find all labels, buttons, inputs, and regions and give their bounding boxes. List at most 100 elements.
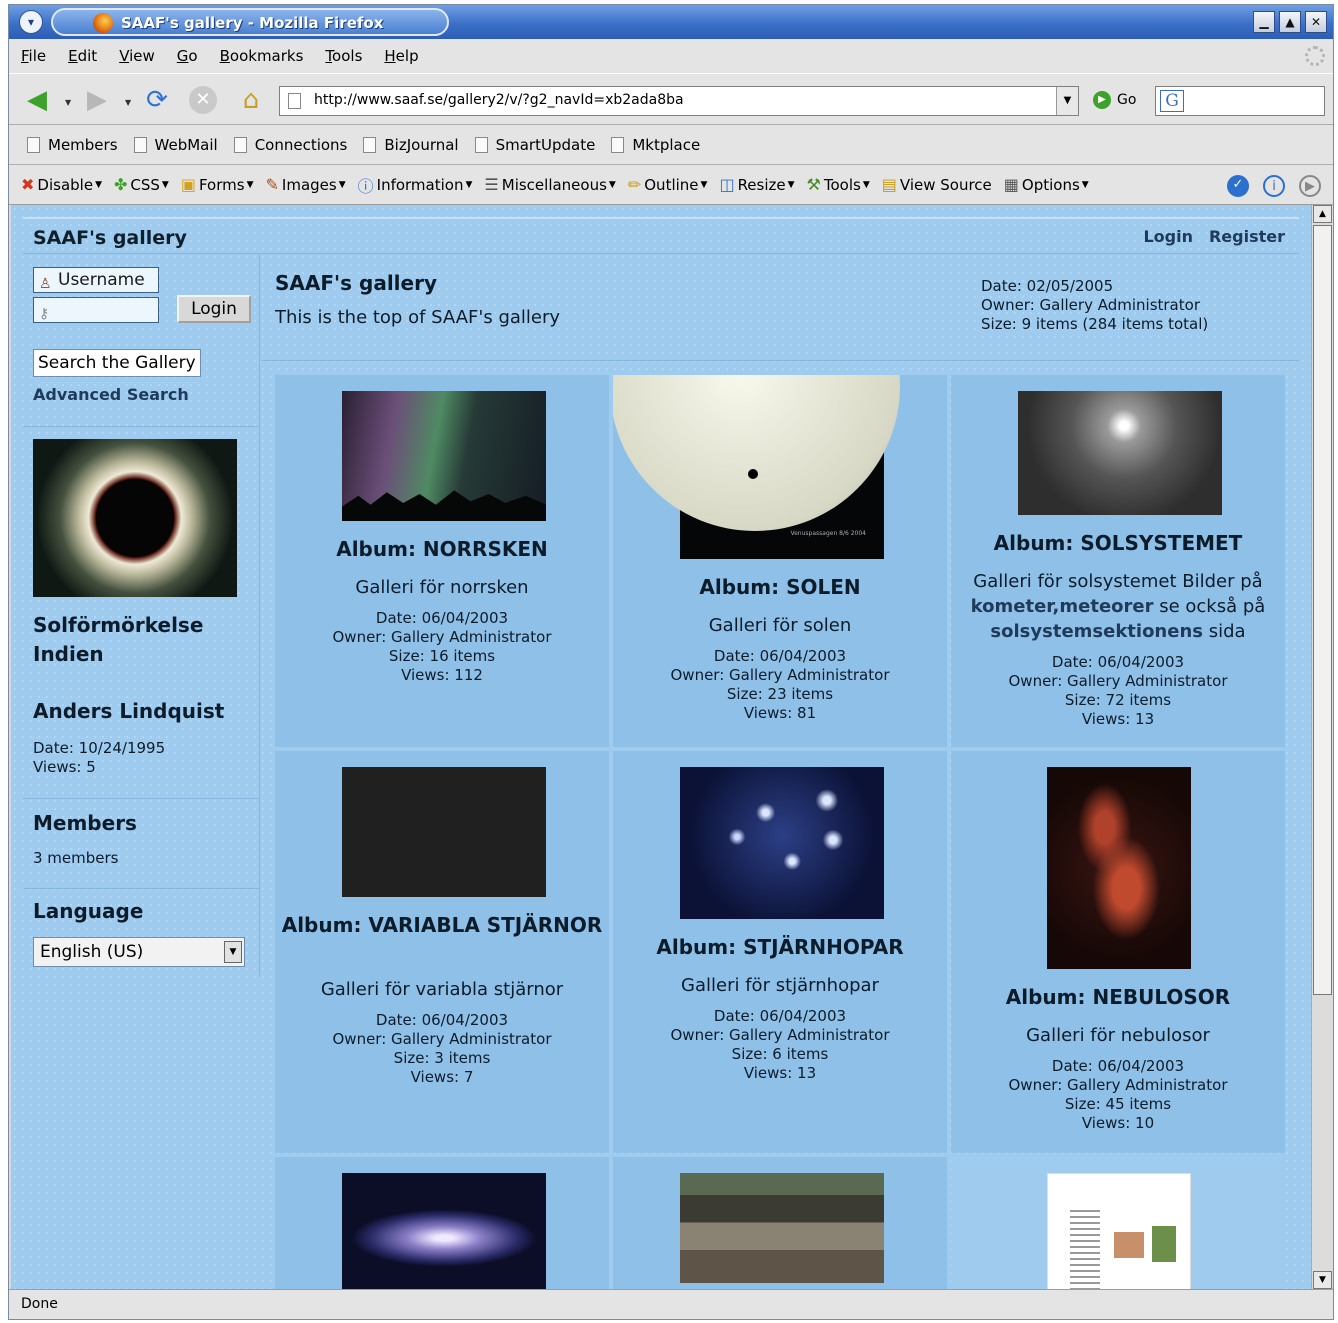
go-label: Go [1117,92,1137,108]
bookmark-mktplace[interactable]: Mktplace [611,136,700,154]
forward-arrow-icon[interactable]: ▶ [81,84,113,116]
maximize-button[interactable]: ▲ [1279,11,1301,33]
scroll-down-arrow-icon[interactable]: ▼ [1313,1271,1332,1289]
thumbnail-galaxy[interactable] [342,1173,546,1289]
thumbnail-solsystemet[interactable] [1018,391,1222,515]
menu-help[interactable]: Help [384,47,418,65]
go-button[interactable]: ▶ Go [1093,91,1136,109]
album-size: Size: 6 items [731,1045,829,1063]
minimize-button[interactable]: ▁ [1253,11,1275,33]
menu-edit[interactable]: Edit [68,47,97,65]
thumbnail-nebulosor[interactable] [1047,767,1191,969]
window-menu-button[interactable]: ▾ [19,10,43,34]
solar-system-section-link[interactable]: solsystemsektionens [990,621,1203,642]
devtool-status-icons: ✓ i ▶ [1227,175,1321,197]
devtool-information[interactable]: ⓘ Information ▼ [358,173,473,197]
register-link[interactable]: Register [1209,227,1285,246]
sidebar-login-section: ♙ Username ⚷ Login Search the Gallery Ad… [23,253,260,427]
album-title-link[interactable]: Album: STJÄRNHOPAR [613,935,947,959]
resize-window-icon: ◫ [719,175,735,194]
back-history-dropdown-icon[interactable]: ▼ [65,98,71,107]
devtool-disable[interactable]: ✖ Disable ▼ [21,175,102,194]
advanced-search-link[interactable]: Advanced Search [33,385,189,404]
comets-meteors-link[interactable]: kometer,meteorer [971,596,1154,617]
play-status-icon[interactable]: ▶ [1299,175,1321,197]
info-status-icon[interactable]: i [1263,175,1285,197]
album-description: This is the top of SAAF's gallery [275,307,561,328]
password-field[interactable]: ⚷ [33,297,159,323]
album-size: Size: 9 items (284 items total) [981,315,1209,333]
bookmark-members[interactable]: Members [27,136,118,154]
album-title-link[interactable]: Album: NORRSKEN [275,537,609,561]
thumb-photo-block [1152,1226,1176,1262]
home-icon[interactable]: ⌂ [235,84,267,116]
album-meta: Date: 06/04/2003 Owner: Gallery Administ… [951,653,1285,729]
url-input[interactable]: http://www.saaf.se/gallery2/v/?g2_navId=… [314,92,684,108]
devtool-resize[interactable]: ◫ Resize ▼ [719,175,794,194]
devtool-options[interactable]: ▦ Options ▼ [1004,175,1089,194]
dropdown-arrow-icon: ▼ [700,179,708,190]
album-meta: Date: 06/04/2003 Owner: Gallery Administ… [613,1007,947,1083]
album-title-link[interactable]: Album: SOLEN [613,575,947,599]
devtool-label: Forms [198,175,245,194]
window-title: SAAF's gallery - Mozilla Firefox [121,14,384,32]
scroll-up-arrow-icon[interactable]: ▲ [1313,205,1332,223]
devtool-outline[interactable]: ✏ Outline ▼ [628,175,708,194]
thumbnail-variabla-stjarnor[interactable] [342,767,546,897]
validation-check-icon[interactable]: ✓ [1227,175,1249,197]
thumbnail-website[interactable] [1047,1173,1191,1289]
devtool-label: Disable [37,175,94,194]
menu-file[interactable]: File [21,47,46,65]
url-history-dropdown-icon[interactable]: ▼ [1056,87,1078,115]
thumbnail-group-photo[interactable] [680,1173,884,1283]
gallery-search-input[interactable]: Search the Gallery [33,349,201,377]
google-search-icon[interactable]: G [1160,90,1184,112]
thumbnail-stjarnhopar[interactable] [680,767,884,919]
album-title-link[interactable]: Album: SOLSYSTEMET [951,531,1285,555]
vertical-scrollbar[interactable]: ▲ ▼ [1311,205,1333,1289]
devtool-view-source[interactable]: ▤ View Source [882,175,992,194]
bookmark-smartupdate[interactable]: SmartUpdate [474,135,596,154]
album-desc: Galleri för norrsken [355,577,529,598]
web-search-input[interactable]: G [1155,86,1325,116]
thumb-text-lines [1070,1210,1100,1289]
information-icon: ⓘ [357,176,374,196]
devtool-css[interactable]: ✤ CSS ▼ [114,175,169,194]
close-button[interactable]: ✕ [1305,11,1327,33]
back-arrow-icon[interactable]: ◀ [21,84,53,116]
username-field[interactable]: ♙ Username [33,267,159,293]
thumbnail-solen[interactable]: Venuspassagen 8/6 2004 [613,375,900,559]
reload-icon[interactable]: ⟳ [141,84,173,116]
album-meta: Date: 02/05/2005 Owner: Gallery Administ… [981,277,1208,334]
outline-pencil-icon: ✏ [627,175,642,194]
album-meta: Date: 06/04/2003 Owner: Gallery Administ… [951,1057,1285,1133]
menu-bookmarks[interactable]: Bookmarks [220,47,304,65]
menu-tools[interactable]: Tools [325,47,362,65]
bookmark-webmail[interactable]: WebMail [133,136,218,154]
url-bar[interactable]: http://www.saaf.se/gallery2/v/?g2_navId=… [279,86,1079,116]
album-title-link[interactable]: Album: VARIABLA STJÄRNOR [275,913,609,937]
album-title-link[interactable]: Album: NEBULOSOR [951,985,1285,1009]
album-views: Views: 10 [1081,1114,1155,1132]
sidebar-login-button[interactable]: Login [177,295,251,323]
devtool-forms[interactable]: ▣ Forms ▼ [181,175,254,194]
bookmark-bizjournal[interactable]: BizJournal [363,136,459,154]
bookmark-page-icon [363,136,377,153]
menu-view[interactable]: View [119,47,155,65]
login-link[interactable]: Login [1143,227,1193,246]
stop-icon[interactable]: ✕ [189,86,217,114]
dropdown-arrow-icon: ▼ [862,179,870,190]
devtool-tools[interactable]: ⚒ Tools ▼ [807,175,870,194]
thumbnail-norrsken[interactable] [342,391,546,521]
album-owner: Owner: Gallery Administrator [332,628,552,646]
bookmark-connections[interactable]: Connections [233,136,347,154]
scrollbar-thumb[interactable] [1313,225,1332,995]
bookmark-label: SmartUpdate [495,135,596,154]
language-select[interactable]: English (US) ▼ [33,937,245,967]
menu-go[interactable]: Go [177,47,198,65]
devtool-miscellaneous[interactable]: ☰ Miscellaneous ▼ [484,175,615,194]
forward-history-dropdown-icon[interactable]: ▼ [125,98,131,107]
album-cell-norrsken: Album: NORRSKEN Galleri för norrsken Dat… [275,375,609,747]
devtool-images[interactable]: ✎ Images ▼ [266,175,346,194]
album-cell-stjarnhopar: Album: STJÄRNHOPAR Galleri för stjärnhop… [613,751,947,1153]
